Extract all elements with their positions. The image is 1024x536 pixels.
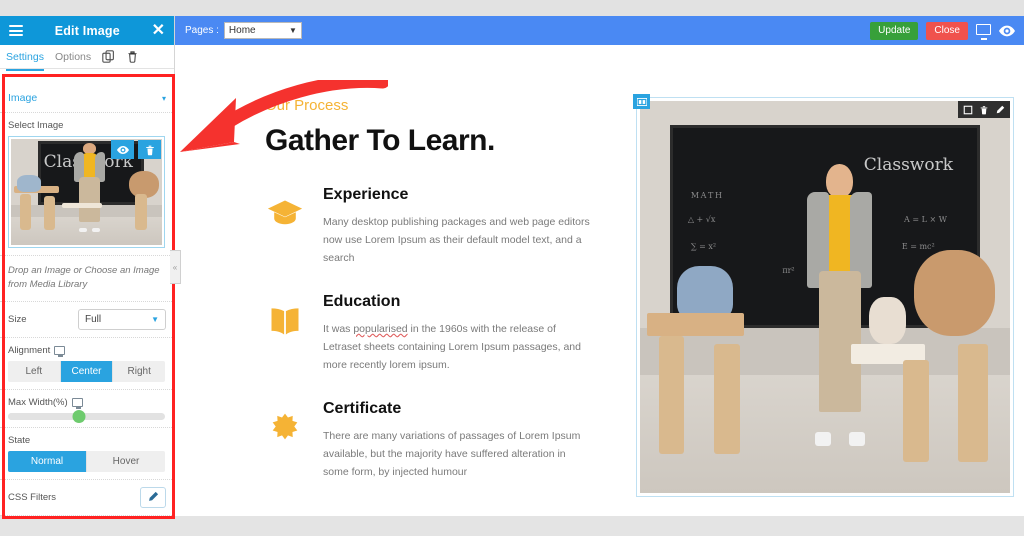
- field-state: State Normal Hover: [0, 428, 174, 480]
- size-value: Full: [85, 313, 102, 325]
- max-width-label: Max Width(%): [8, 396, 166, 409]
- state-option-hover[interactable]: Hover: [87, 450, 165, 472]
- slider-knob[interactable]: [72, 409, 86, 423]
- edit-image-panel: Edit Image ✕ Settings Options Image ▾ Se…: [0, 16, 175, 516]
- section-eyebrow: Our Process: [265, 97, 349, 114]
- panel-collapse-handle[interactable]: «: [170, 250, 181, 284]
- slider-track-fill: [8, 412, 79, 420]
- builder-top-bar: Pages : Home ▼ Update Close: [175, 16, 1024, 45]
- chevron-down-icon[interactable]: ▾: [162, 94, 166, 103]
- section-label: Image: [8, 92, 38, 104]
- desktop-icon[interactable]: [976, 24, 991, 37]
- block-toolbar: [958, 101, 1010, 118]
- feature-text: Many desktop publishing packages and web…: [323, 216, 590, 265]
- max-width-slider[interactable]: [8, 409, 165, 423]
- state-segmented-control: Normal Hover: [8, 450, 165, 472]
- pages-label: Pages :: [185, 25, 219, 36]
- graduation-cap-icon: [265, 186, 305, 267]
- alignment-option-right[interactable]: Right: [113, 360, 165, 382]
- close-button[interactable]: Close: [926, 21, 968, 40]
- trash-icon[interactable]: [126, 50, 139, 63]
- canvas-text-column: Our Process Gather To Learn. Experience …: [175, 45, 611, 516]
- chair: [658, 336, 685, 454]
- css-filters-label: CSS Filters: [8, 491, 57, 503]
- chevron-down-icon: ▼: [289, 26, 297, 35]
- desktop-icon: [54, 345, 66, 357]
- feature-item[interactable]: Education It was popularised in the 1960…: [265, 293, 591, 374]
- feature-text: It was popularised in the 1960s with the…: [323, 320, 591, 374]
- feature-item[interactable]: Certificate There are many variations of…: [265, 400, 591, 481]
- eye-icon[interactable]: [999, 24, 1015, 37]
- drop-image-hint: Drop an Image or Choose an Image from Me…: [0, 256, 174, 302]
- open-book-icon: [265, 293, 305, 374]
- pages-select[interactable]: Home ▼: [223, 22, 302, 39]
- eye-icon[interactable]: [111, 140, 134, 159]
- desk: [647, 312, 744, 337]
- top-chrome-strip: [0, 0, 1024, 16]
- feature-title: Experience: [323, 186, 409, 203]
- select-image-label: Select Image: [8, 120, 64, 131]
- copy-icon[interactable]: [102, 50, 115, 63]
- feature-title: Education: [323, 293, 401, 311]
- thumbnail-overlay-buttons: [111, 140, 161, 159]
- block-handle-icon[interactable]: [633, 94, 650, 109]
- field-max-width: Max Width(%): [0, 390, 174, 428]
- teacher-figure: [803, 163, 877, 446]
- hamburger-icon[interactable]: [9, 25, 23, 36]
- pencil-icon[interactable]: [140, 486, 166, 508]
- alignment-label-text: Alignment: [8, 344, 51, 356]
- student-figure: [869, 297, 907, 345]
- feature-item[interactable]: Experience Many desktop publishing packa…: [265, 186, 591, 267]
- starburst-seal-icon: [265, 400, 305, 481]
- panel-title: Edit Image: [54, 23, 120, 38]
- panel-tabs: Settings Options: [0, 45, 174, 71]
- chair: [958, 344, 988, 462]
- duplicate-icon[interactable]: [963, 105, 973, 115]
- size-label: Size: [8, 313, 27, 325]
- chair: [714, 344, 740, 454]
- image-thumbnail[interactable]: [8, 136, 165, 248]
- max-width-label-text: Max Width(%): [8, 396, 68, 408]
- feature-text-before: It was: [323, 323, 354, 336]
- field-select-image: Select Image: [0, 113, 174, 256]
- bottom-chrome-strip: [0, 516, 1024, 536]
- student-figure: [913, 249, 996, 337]
- chair: [902, 359, 929, 462]
- desktop-icon: [71, 397, 83, 409]
- trash-icon[interactable]: [138, 140, 161, 159]
- close-icon[interactable]: ✕: [152, 22, 165, 39]
- field-size: Size Full ▼: [0, 302, 174, 338]
- pencil-icon[interactable]: [995, 105, 1005, 115]
- chevron-down-icon: ▼: [151, 314, 159, 324]
- tab-options[interactable]: Options: [55, 47, 91, 67]
- app-root: Edit Image ✕ Settings Options Image ▾ Se…: [0, 0, 1024, 536]
- misspelled-word: popularised: [353, 323, 408, 336]
- trash-icon[interactable]: [979, 105, 989, 115]
- canvas-image-column: M A T H △ + √x ∑ = x² A = L × W E = mc² …: [611, 45, 1024, 516]
- pages-selector-group: Pages : Home ▼: [185, 22, 302, 39]
- page-title: Gather To Learn.: [265, 124, 495, 157]
- update-button[interactable]: Update: [870, 21, 919, 40]
- state-option-normal[interactable]: Normal: [8, 450, 87, 472]
- selected-image-block[interactable]: M A T H △ + √x ∑ = x² A = L × W E = mc² …: [633, 94, 1014, 497]
- alignment-option-left[interactable]: Left: [8, 360, 61, 382]
- section-image[interactable]: Image ▾: [0, 85, 174, 113]
- feature-text: There are many variations of passages of…: [323, 430, 581, 479]
- alignment-option-center[interactable]: Center: [60, 360, 114, 382]
- page-canvas: Our Process Gather To Learn. Experience …: [175, 45, 1024, 516]
- image-block-photo: M A T H △ + √x ∑ = x² A = L × W E = mc² …: [640, 101, 1010, 493]
- pages-value: Home: [228, 25, 256, 36]
- state-label: State: [8, 434, 31, 446]
- top-bar-actions: Update Close: [870, 21, 1015, 40]
- size-select[interactable]: Full ▼: [78, 308, 166, 330]
- field-css-filters: CSS Filters: [0, 480, 174, 516]
- alignment-segmented-control: Left Center Right: [8, 360, 165, 382]
- field-alignment: Alignment Left Center Right: [0, 338, 174, 390]
- alignment-label: Alignment: [8, 344, 166, 357]
- tab-settings[interactable]: Settings: [6, 47, 44, 71]
- panel-body: Image ▾ Select Image Classwork Drop an I…: [0, 85, 174, 516]
- feature-title: Certificate: [323, 400, 402, 418]
- panel-header: Edit Image ✕: [0, 16, 174, 45]
